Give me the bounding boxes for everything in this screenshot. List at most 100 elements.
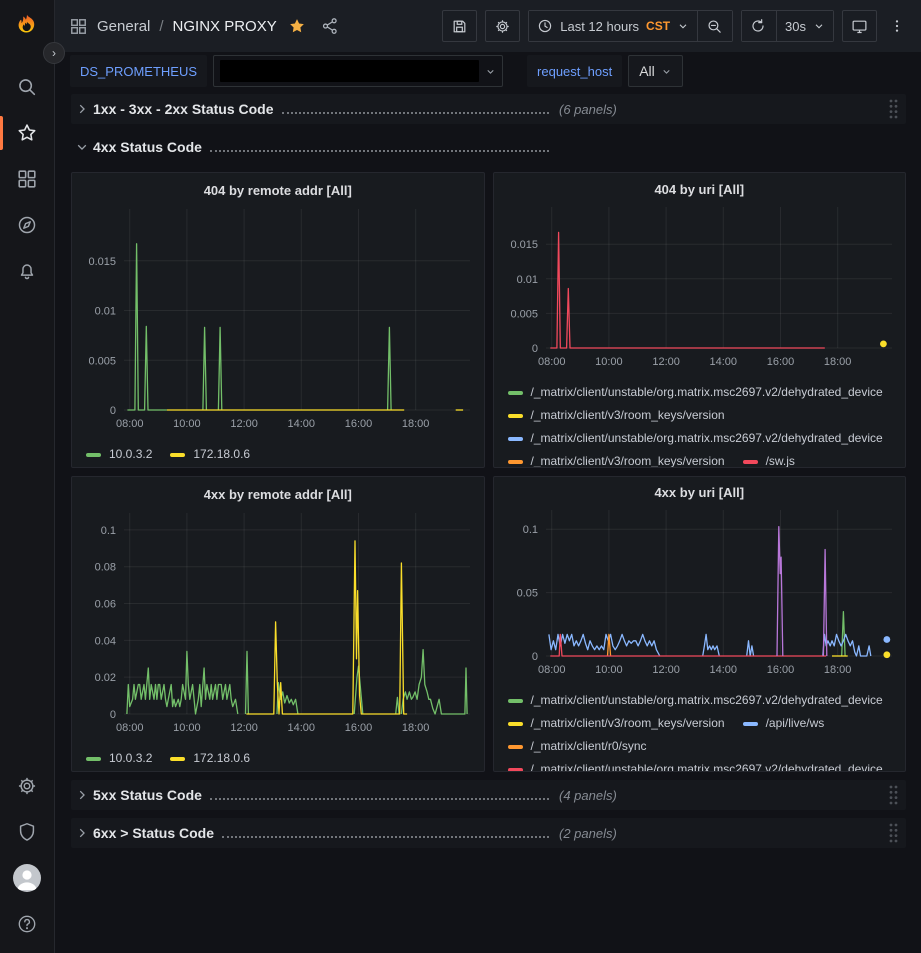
- share-dashboard-button[interactable]: [321, 17, 339, 35]
- sidebar-item-dashboards[interactable]: [0, 156, 55, 202]
- legend-item[interactable]: /_matrix/client/r0/sync: [508, 735, 647, 758]
- legend-item[interactable]: /_matrix/client/unstable/org.matrix.msc2…: [508, 758, 883, 771]
- legend-swatch: [508, 768, 523, 772]
- dashboards-grid-icon: [16, 168, 38, 190]
- timeseries-chart[interactable]: 00.0050.010.01508:0010:0012:0014:0016:00…: [72, 205, 484, 441]
- legend-item[interactable]: 10.0.3.2: [86, 747, 152, 770]
- chevron-right-icon: [75, 102, 89, 116]
- legend-label: /_matrix/client/unstable/org.matrix.msc2…: [531, 427, 883, 450]
- svg-text:12:00: 12:00: [230, 418, 258, 430]
- legend-item[interactable]: /api/live/ws: [743, 712, 825, 735]
- row-title: 1xx - 3xx - 2xx Status Code: [93, 101, 274, 117]
- legend-item[interactable]: 172.18.0.6: [170, 747, 250, 770]
- legend-item[interactable]: /_matrix/client/unstable/org.matrix.msc2…: [508, 689, 883, 712]
- panel-title[interactable]: 404 by uri [All]: [494, 175, 906, 203]
- svg-text:14:00: 14:00: [709, 664, 737, 676]
- datasource-variable-label[interactable]: DS_PROMETHEUS: [70, 55, 207, 87]
- svg-text:0.015: 0.015: [510, 239, 538, 251]
- svg-text:18:00: 18:00: [402, 722, 430, 734]
- header-actions: Last 12 hours CST: [442, 10, 909, 42]
- chart-legend: 10.0.3.2 172.18.0.6: [72, 441, 484, 466]
- legend-item[interactable]: /_matrix/client/unstable/org.matrix.msc2…: [508, 427, 883, 450]
- svg-text:0.01: 0.01: [95, 306, 116, 318]
- timeseries-chart[interactable]: 00.020.040.060.080.108:0010:0012:0014:00…: [72, 509, 484, 745]
- datasource-variable-select[interactable]: [213, 55, 503, 87]
- breadcrumb-folder[interactable]: General: [97, 18, 150, 35]
- sidebar-item-alerting[interactable]: [0, 248, 55, 294]
- svg-text:08:00: 08:00: [116, 722, 144, 734]
- legend-label: 172.18.0.6: [193, 443, 250, 466]
- page-title[interactable]: NGINX PROXY: [173, 18, 277, 35]
- chevron-right-icon: [75, 826, 89, 840]
- gear-icon: [16, 775, 38, 797]
- legend-swatch: [508, 437, 523, 441]
- legend-item[interactable]: 10.0.3.2: [86, 443, 152, 466]
- row-header-4xx[interactable]: 4xx Status Code: [71, 132, 906, 162]
- sidebar-expand-button[interactable]: ›: [43, 42, 65, 64]
- dashboard-settings-button[interactable]: [485, 10, 520, 42]
- legend-swatch: [170, 453, 185, 457]
- svg-text:0.04: 0.04: [95, 635, 116, 647]
- refresh-interval-picker[interactable]: 30s: [777, 11, 833, 41]
- legend-swatch: [86, 757, 101, 761]
- legend-swatch: [508, 699, 523, 703]
- panel-title[interactable]: 4xx by remote addr [All]: [72, 479, 484, 509]
- sidebar-item-server-admin[interactable]: [0, 809, 55, 855]
- row-drag-handle[interactable]: [887, 784, 900, 806]
- svg-text:0: 0: [110, 709, 116, 721]
- legend-item[interactable]: /_matrix/client/v3/room_keys/version: [508, 712, 725, 735]
- redacted-datasource-value: [220, 60, 479, 82]
- tv-mode-button[interactable]: [842, 10, 877, 42]
- row-panel-count: (6 panels): [559, 102, 617, 117]
- main-area: General / NGINX PROXY: [55, 0, 921, 953]
- svg-text:08:00: 08:00: [537, 664, 565, 676]
- zoom-out-time-button[interactable]: [698, 11, 732, 41]
- row-header-6xx[interactable]: 6xx > Status Code (2 panels): [71, 818, 906, 848]
- row-title: 5xx Status Code: [93, 787, 202, 803]
- save-dashboard-button[interactable]: [442, 10, 477, 42]
- timeseries-chart[interactable]: 00.0050.010.01508:0010:0012:0014:0016:00…: [494, 203, 906, 379]
- svg-text:14:00: 14:00: [288, 418, 316, 430]
- request-host-variable-label[interactable]: request_host: [527, 55, 622, 87]
- refresh-button[interactable]: [742, 11, 776, 41]
- legend-swatch: [170, 757, 185, 761]
- row-title: 6xx > Status Code: [93, 825, 214, 841]
- panel-title[interactable]: 4xx by uri [All]: [494, 479, 906, 506]
- row-header-5xx[interactable]: 5xx Status Code (4 panels): [71, 780, 906, 810]
- legend-item[interactable]: 172.18.0.6: [170, 443, 250, 466]
- request-host-variable-select[interactable]: All: [628, 55, 683, 87]
- sidebar-item-explore[interactable]: [0, 202, 55, 248]
- legend-label: /api/live/ws: [766, 712, 825, 735]
- svg-text:10:00: 10:00: [595, 664, 623, 676]
- chevron-down-icon: [661, 66, 672, 77]
- more-options-button[interactable]: [885, 14, 909, 38]
- legend-item[interactable]: /_matrix/client/unstable/org.matrix.msc2…: [508, 381, 883, 404]
- chevron-right-icon: [75, 788, 89, 802]
- favorite-star-button[interactable]: [288, 17, 306, 35]
- panel-404-by-remote-addr: 404 by remote addr [All] 00.0050.010.015…: [71, 172, 485, 468]
- page-header: General / NGINX PROXY: [55, 0, 921, 52]
- row-drag-handle[interactable]: [887, 822, 900, 844]
- svg-text:08:00: 08:00: [537, 356, 565, 368]
- row-drag-handle[interactable]: [887, 98, 900, 120]
- row-header-1xx[interactable]: 1xx - 3xx - 2xx Status Code (6 panels): [71, 94, 906, 124]
- timeseries-chart[interactable]: 00.050.108:0010:0012:0014:0016:0018:00: [494, 506, 906, 687]
- sidebar-item-starred[interactable]: [0, 110, 55, 156]
- sidebar-item-profile[interactable]: [0, 855, 55, 901]
- svg-text:18:00: 18:00: [823, 664, 851, 676]
- sidebar-item-search[interactable]: [0, 64, 55, 110]
- legend-item[interactable]: /sw.js: [743, 450, 795, 467]
- legend-item[interactable]: /_matrix/client/v3/room_keys/version: [508, 450, 725, 467]
- sidebar-item-configuration[interactable]: [0, 763, 55, 809]
- sidebar-item-help[interactable]: [0, 901, 55, 947]
- refresh-icon: [750, 18, 766, 34]
- legend-item[interactable]: /_matrix/client/v3/room_keys/version: [508, 404, 725, 427]
- svg-text:14:00: 14:00: [288, 722, 316, 734]
- svg-text:10:00: 10:00: [173, 722, 201, 734]
- time-range-picker[interactable]: Last 12 hours CST: [529, 11, 697, 41]
- panel-title[interactable]: 404 by remote addr [All]: [72, 175, 484, 205]
- dashboard-squares-icon: [69, 17, 88, 36]
- svg-text:12:00: 12:00: [652, 356, 680, 368]
- legend-label: /_matrix/client/unstable/org.matrix.msc2…: [531, 381, 883, 404]
- svg-text:16:00: 16:00: [766, 664, 794, 676]
